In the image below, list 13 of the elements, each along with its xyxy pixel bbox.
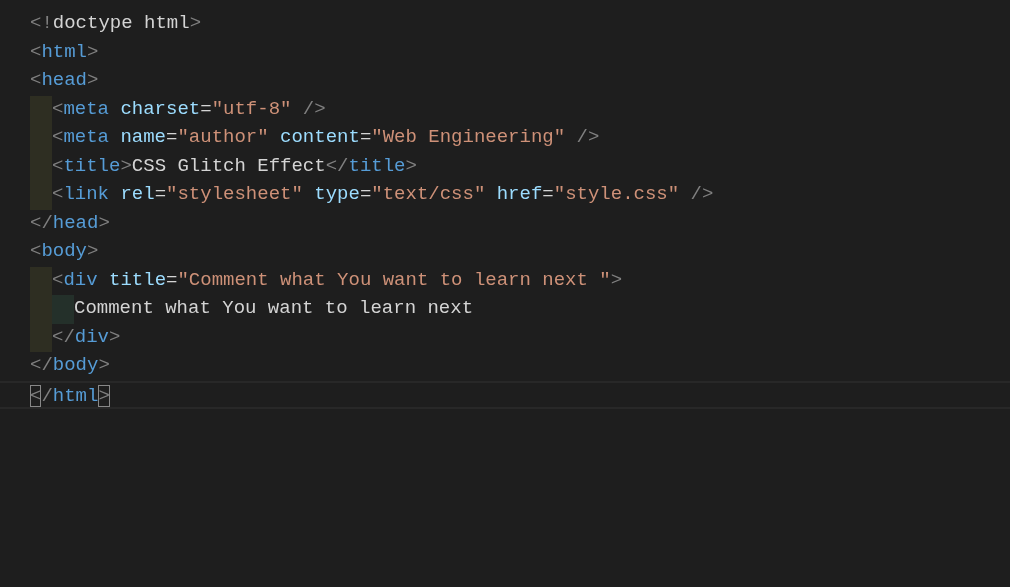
- code-line: <body>: [30, 239, 99, 264]
- code-line: </div>: [52, 324, 121, 350]
- code-line: <meta charset="utf-8" />: [52, 96, 326, 122]
- code-line: </head>: [30, 210, 110, 236]
- code-line: <link rel="stylesheet" type="text/css" href="style.css" />: [52, 182, 714, 207]
- code-line: </body>: [30, 353, 110, 378]
- code-line: Comment what You want to learn next: [74, 296, 474, 321]
- code-line: <html>: [30, 39, 99, 65]
- code-line: <div title="Comment what You want to learn next ">: [52, 267, 623, 293]
- code-line: <meta name="author" content="Web Engineering" />: [52, 125, 600, 150]
- code-line: <head>: [30, 68, 99, 93]
- code-line: <title>CSS Glitch Effect</title>: [52, 153, 417, 179]
- code-line: <!doctype html>: [30, 11, 202, 36]
